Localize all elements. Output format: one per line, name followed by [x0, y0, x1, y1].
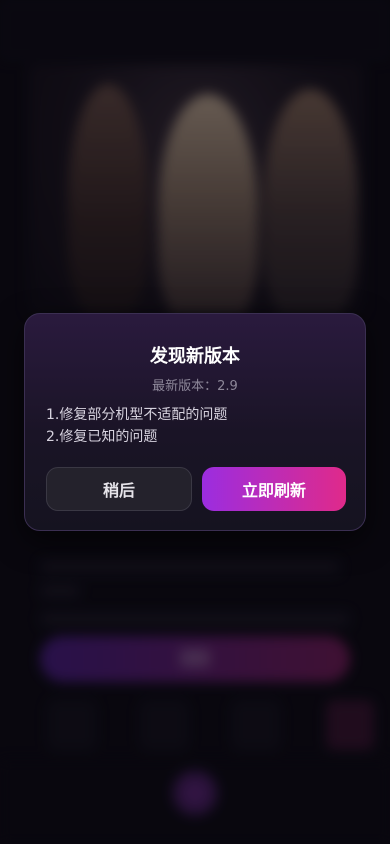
later-button[interactable]: 稍后	[46, 467, 192, 511]
latest-version-text: 最新版本：2.9	[152, 379, 238, 394]
refresh-now-button[interactable]: 立即刷新	[202, 467, 346, 511]
release-note-item: 2.修复已知的问题	[46, 429, 158, 445]
release-notes: 1.修复部分机型不适配的问题 2.修复已知的问题	[46, 404, 227, 448]
update-dialog: 发现新版本 最新版本：2.9 1.修复部分机型不适配的问题 2.修复已知的问题 …	[24, 313, 366, 531]
dialog-title: 发现新版本	[150, 346, 240, 367]
app-screen: 发现新版本 最新版本：2.9 1.修复部分机型不适配的问题 2.修复已知的问题 …	[0, 0, 390, 844]
release-note-item: 1.修复部分机型不适配的问题	[46, 407, 228, 423]
